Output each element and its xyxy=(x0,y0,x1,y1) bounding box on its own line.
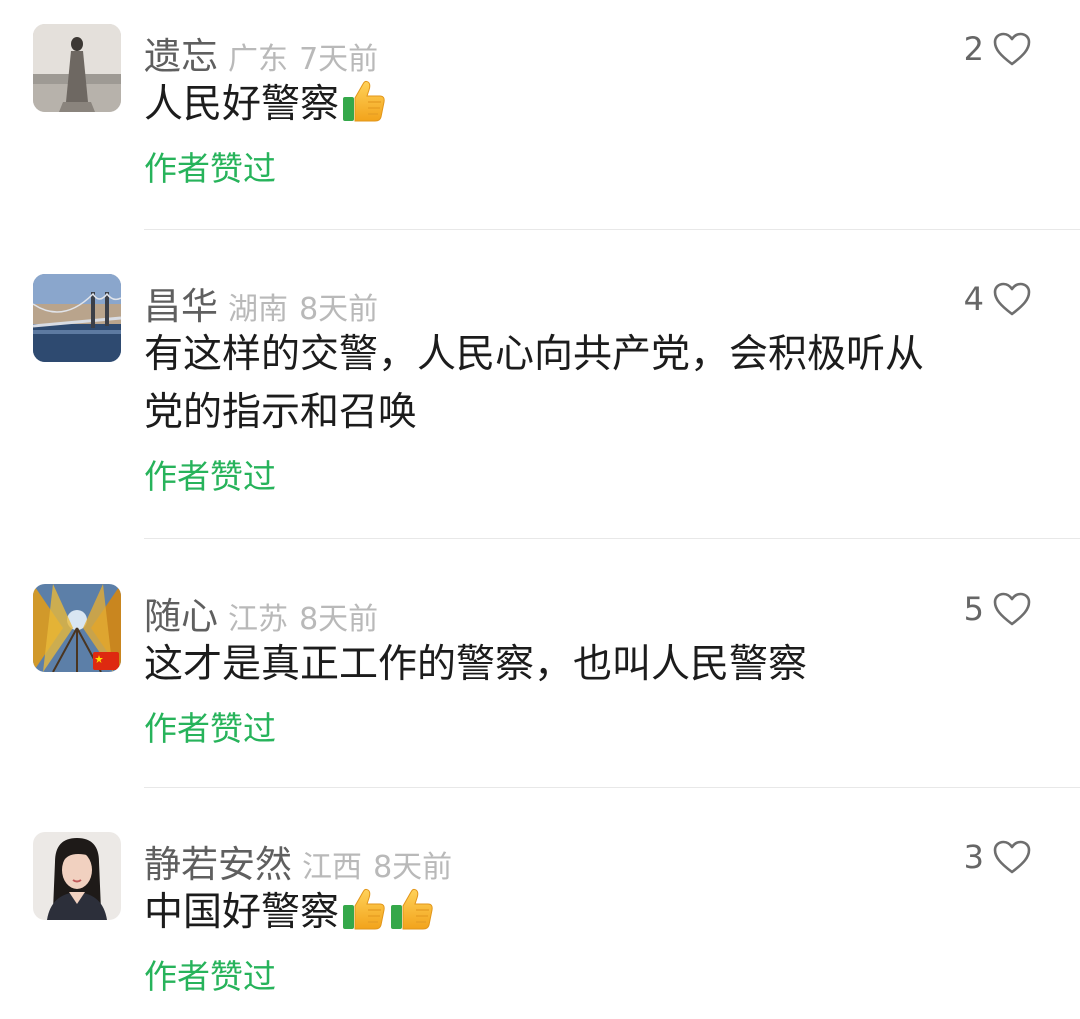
like-count: 2 xyxy=(963,30,984,68)
thumbs-up-icon xyxy=(341,885,387,931)
commenter-location: 广东 xyxy=(228,42,288,77)
comment-text: 有这样的交警，人民心向共产党，会积极听从 党的指示和召唤 xyxy=(144,326,1004,442)
avatar[interactable] xyxy=(33,24,121,112)
thumbs-up-icon xyxy=(389,885,435,931)
thumbs-up-icon xyxy=(341,77,387,123)
author-liked-label: 作者赞过 xyxy=(144,709,276,748)
comment-header: 昌华 湖南 8天前 xyxy=(144,276,378,330)
comment-time: 8天前 xyxy=(299,292,379,327)
comment-text: 中国好警察 xyxy=(144,884,1004,942)
heart-icon[interactable] xyxy=(992,31,1032,67)
avatar[interactable] xyxy=(33,584,121,672)
commenter-name[interactable]: 昌华 xyxy=(144,285,218,328)
woman-portrait-avatar-image xyxy=(33,832,121,920)
comment-time: 8天前 xyxy=(299,602,379,637)
commenter-name[interactable]: 静若安然 xyxy=(144,843,292,886)
like-count: 4 xyxy=(963,280,984,318)
comment-text-line: 党的指示和召唤 xyxy=(144,390,418,435)
divider xyxy=(144,229,1080,230)
comment-time: 8天前 xyxy=(373,850,453,885)
china-flag-icon xyxy=(93,652,119,670)
comment-text: 人民好警察 xyxy=(144,76,1004,134)
commenter-location: 江苏 xyxy=(228,602,288,637)
comment-text-content: 中国好警察 xyxy=(144,890,340,935)
like-count: 3 xyxy=(963,838,984,876)
author-liked-label: 作者赞过 xyxy=(144,957,276,996)
divider xyxy=(144,787,1080,788)
comment-time: 7天前 xyxy=(299,42,379,77)
commenter-name[interactable]: 随心 xyxy=(144,595,218,638)
like-control[interactable]: 2 xyxy=(964,30,1032,68)
like-count: 5 xyxy=(963,590,984,628)
woman-by-sea-avatar-image xyxy=(33,24,121,112)
comment-text-content: 人民好警察 xyxy=(144,82,340,127)
comment-header: 静若安然 江西 8天前 xyxy=(144,834,452,888)
avatar[interactable] xyxy=(33,832,121,920)
like-control[interactable]: 4 xyxy=(964,280,1032,318)
author-liked-label: 作者赞过 xyxy=(144,457,276,496)
like-control[interactable]: 3 xyxy=(964,838,1032,876)
comment-text: 这才是真正工作的警察，也叫人民警察 xyxy=(144,636,1004,694)
bridge-avatar-image xyxy=(33,274,121,362)
heart-icon[interactable] xyxy=(992,281,1032,317)
commenter-location: 湖南 xyxy=(228,292,288,327)
commenter-name[interactable]: 遗忘 xyxy=(144,35,218,78)
comment-header: 随心 江苏 8天前 xyxy=(144,586,378,640)
author-liked-label: 作者赞过 xyxy=(144,149,276,188)
divider xyxy=(144,538,1080,539)
comment-text-line: 有这样的交警，人民心向共产党，会积极听从 xyxy=(144,332,925,377)
commenter-location: 江西 xyxy=(302,850,362,885)
heart-icon[interactable] xyxy=(992,839,1032,875)
comment-header: 遗忘 广东 7天前 xyxy=(144,26,378,80)
comment-text-content: 这才是真正工作的警察，也叫人民警察 xyxy=(144,642,808,687)
like-control[interactable]: 5 xyxy=(964,590,1032,628)
avatar[interactable] xyxy=(33,274,121,362)
heart-icon[interactable] xyxy=(992,591,1032,627)
